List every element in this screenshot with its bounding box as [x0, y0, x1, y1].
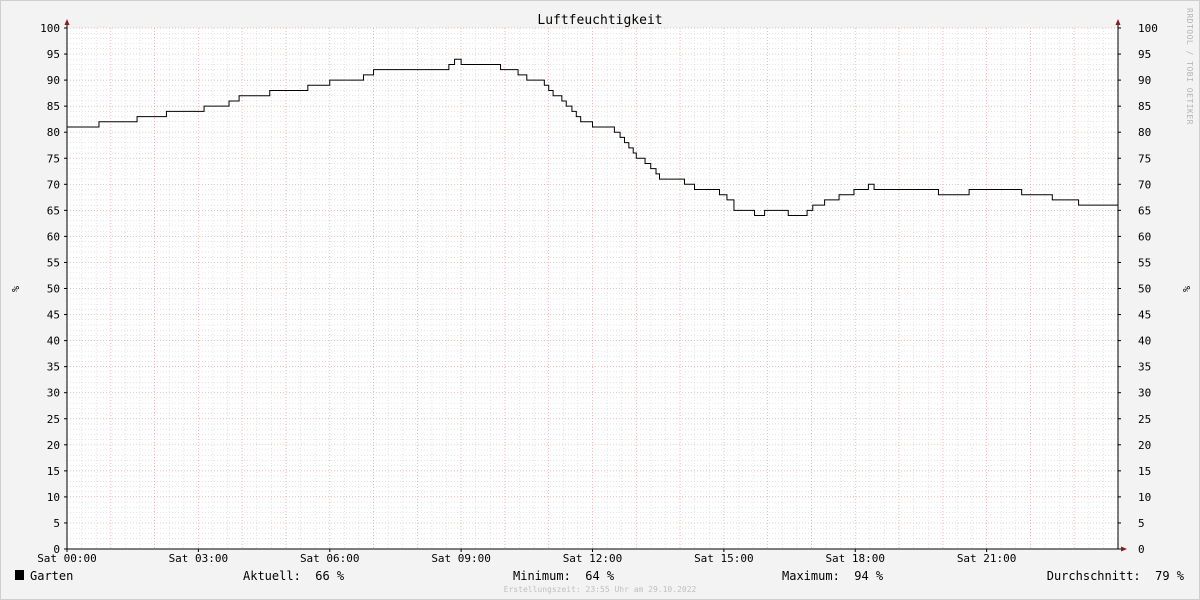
- x-tick-label: Sat 15:00: [694, 552, 754, 565]
- legend-swatch: [15, 570, 24, 580]
- x-tick-label: Sat 12:00: [563, 552, 623, 565]
- rrdtool-watermark: RRDTOOL / TOBI OETIKER: [1185, 8, 1194, 125]
- legend-average: Durchschnitt: 79 %: [1047, 569, 1185, 583]
- y-tick-label-right: 85: [1138, 100, 1151, 113]
- y-tick-label-right: 55: [1138, 256, 1151, 269]
- y-tick-label-left: 75: [47, 152, 60, 165]
- y-tick-label-right: 10: [1138, 491, 1151, 504]
- y-tick-label-right: 60: [1138, 230, 1151, 243]
- x-tick-label: Sat 06:00: [300, 552, 360, 565]
- y-tick-label-right: 70: [1138, 178, 1151, 191]
- y-tick-label-right: 25: [1138, 413, 1151, 426]
- legend-maximum: Maximum: 94 %: [782, 569, 884, 583]
- y-tick-label-right: 35: [1138, 361, 1151, 374]
- y-tick-label-left: 50: [47, 283, 60, 296]
- y-tick-label-left: 20: [47, 439, 60, 452]
- legend-minimum: Minimum: 64 %: [513, 569, 615, 583]
- y-tick-label-left: 5: [53, 517, 60, 530]
- y-tick-label-right: 75: [1138, 152, 1151, 165]
- humidity-chart: 0 5 10 15 20 25 30 35 40 45 50 55 60 65 70 75 80 85 90 95 10…: [9, 8, 1194, 594]
- y-tick-label-left: 80: [47, 126, 60, 139]
- y-tick-label-left: 95: [47, 48, 60, 61]
- x-tick-label: Sat 09:00: [431, 552, 491, 565]
- x-tick-label: Sat 18:00: [825, 552, 885, 565]
- legend-current: Aktuell: 66 %: [243, 569, 345, 583]
- y-tick-label-right: 95: [1138, 48, 1151, 61]
- y-tick-label-left: 60: [47, 230, 60, 243]
- y-tick-label-right: 50: [1138, 283, 1151, 296]
- y-tick-label-right: 20: [1138, 439, 1151, 452]
- y-tick-label-right: 40: [1138, 335, 1151, 348]
- y-tick-label-left: 30: [47, 387, 60, 400]
- x-tick-label: Sat 21:00: [957, 552, 1017, 565]
- y-tick-label-left: 65: [47, 204, 60, 217]
- y-tick-label-right: 80: [1138, 126, 1151, 139]
- y-tick-label-left: 70: [47, 178, 60, 191]
- y-axis-left-ticks: 0510152025303540455055606570758085909510…: [40, 22, 67, 556]
- y-tick-label-left: 15: [47, 465, 60, 478]
- x-axis-ticks: Sat 00:00 Sat 03:00 Sat 06:00 Sat 09:00 Sat …: [37, 549, 1016, 565]
- y-tick-label-left: 55: [47, 256, 60, 269]
- y-tick-label-right: 15: [1138, 465, 1151, 478]
- y-tick-label-right: 65: [1138, 204, 1151, 217]
- y-axis-right-ticks: 0 5 10 15 20 25 30 35 40 45 50 55 60 65 70 75 80 85 90 95 10…: [1118, 22, 1158, 556]
- y-tick-label-left: 90: [47, 74, 60, 87]
- legend-series-name: Garten: [30, 569, 73, 583]
- y-axis-arrow-right: [1115, 19, 1121, 25]
- y-tick-label-left: 25: [47, 413, 60, 426]
- y-tick-label-left: 85: [47, 100, 60, 113]
- y-tick-label-left: 40: [47, 335, 60, 348]
- y-tick-label-right: 5: [1138, 517, 1145, 530]
- y-tick-label-left: 100: [40, 22, 60, 35]
- y-axis-label-left: %: [9, 286, 20, 292]
- y-tick-label-right: 0: [1138, 543, 1145, 556]
- x-tick-label: Sat 03:00: [169, 552, 229, 565]
- chart-title: Luftfeuchtigkeit: [537, 13, 662, 28]
- y-tick-label-left: 10: [47, 491, 60, 504]
- y-axis-label-right: %: [1180, 286, 1191, 292]
- y-tick-label-left: 35: [47, 361, 60, 374]
- x-tick-label: Sat 00:00: [37, 552, 97, 565]
- y-tick-label-right: 90: [1138, 74, 1151, 87]
- y-axis-arrow-left: [64, 19, 70, 25]
- y-tick-label-right: 100: [1138, 22, 1158, 35]
- y-tick-label-left: 45: [47, 309, 60, 322]
- x-axis-arrow: [1121, 546, 1127, 552]
- y-tick-label-right: 30: [1138, 387, 1151, 400]
- y-tick-label-right: 45: [1138, 309, 1151, 322]
- creation-timestamp: Erstellungszeit: 23:55 Uhr am 29.10.2022: [504, 585, 697, 594]
